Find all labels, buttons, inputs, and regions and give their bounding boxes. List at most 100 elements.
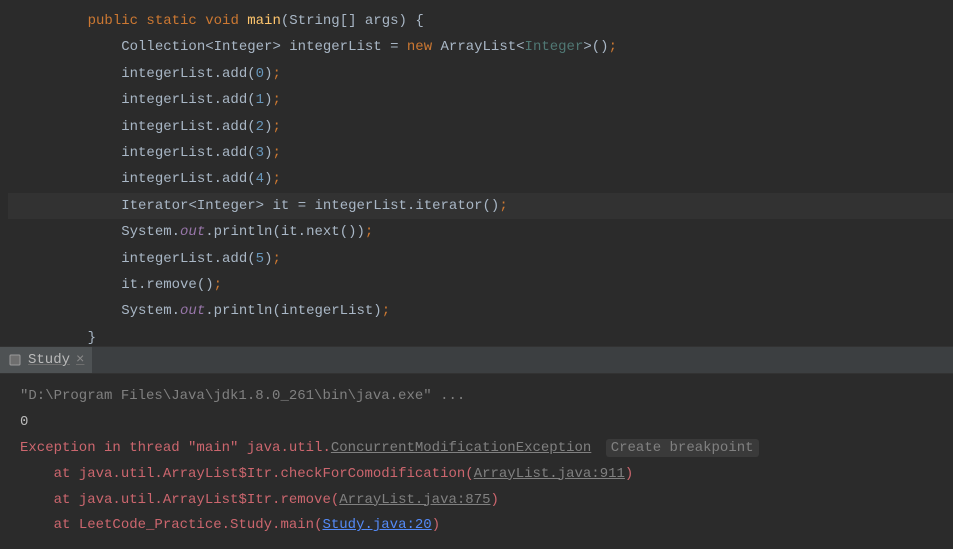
code-token: void	[205, 13, 247, 29]
code-token: <	[516, 39, 524, 55]
code-line[interactable]: integerList.add(2);	[8, 114, 953, 140]
code-token: ArrayList	[441, 39, 517, 55]
code-token: (	[281, 13, 289, 29]
code-token: integerList.add	[121, 171, 247, 187]
code-line[interactable]: integerList.add(5);	[8, 246, 953, 272]
code-token: ;	[272, 251, 280, 267]
code-token: .println	[205, 224, 272, 240]
code-line[interactable]: integerList.add(0);	[8, 61, 953, 87]
code-line[interactable]: public static void main(String[] args) {	[8, 8, 953, 34]
console-line: at java.util.ArrayList$Itr.remove(ArrayL…	[20, 488, 933, 514]
code-line[interactable]: Collection<Integer> integerList = new Ar…	[8, 34, 953, 60]
run-console[interactable]: "D:\Program Files\Java\jdk1.8.0_261\bin\…	[0, 374, 953, 549]
create-breakpoint-button[interactable]: Create breakpoint	[606, 439, 759, 457]
code-token: .println	[205, 303, 272, 319]
code-token: System.	[121, 303, 180, 319]
code-token: static	[146, 13, 205, 29]
code-token: ()	[483, 198, 500, 214]
code-token: 3	[256, 145, 264, 161]
run-tab-study[interactable]: Study ×	[0, 347, 92, 373]
code-token: >	[272, 39, 289, 55]
code-line[interactable]: }	[8, 325, 953, 346]
code-token: >	[256, 198, 273, 214]
code-token: )	[373, 303, 381, 319]
close-icon[interactable]: ×	[76, 349, 84, 371]
code-token: it.next	[281, 224, 340, 240]
code-token: it	[272, 198, 297, 214]
code-token: (	[247, 251, 255, 267]
code-token: }	[88, 330, 96, 346]
code-token: <	[205, 39, 213, 55]
code-line[interactable]: Iterator<Integer> it = integerList.itera…	[8, 193, 953, 219]
code-token: )	[399, 13, 416, 29]
code-line[interactable]: System.out.println(it.next());	[8, 219, 953, 245]
code-token: 0	[256, 66, 264, 82]
code-token: Integer	[525, 39, 584, 55]
command-line: "D:\Program Files\Java\jdk1.8.0_261\bin\…	[20, 388, 465, 404]
code-token: (	[272, 224, 280, 240]
code-token: ;	[272, 171, 280, 187]
code-token: 4	[256, 171, 264, 187]
code-token: String	[289, 13, 339, 29]
code-token: ()	[197, 277, 214, 293]
code-token: 5	[256, 251, 264, 267]
code-token: (	[247, 119, 255, 135]
code-token: Integer	[197, 198, 256, 214]
console-line: 0	[20, 410, 933, 436]
code-token: 2	[256, 119, 264, 135]
code-token: System.	[121, 224, 180, 240]
code-token: <	[188, 198, 196, 214]
code-token: out	[180, 303, 205, 319]
code-token: (	[247, 171, 255, 187]
code-token: integerList.add	[121, 145, 247, 161]
code-token: ;	[609, 39, 617, 55]
code-line[interactable]: integerList.add(4);	[8, 166, 953, 192]
code-token: integerList.add	[121, 119, 247, 135]
code-token: it.remove	[121, 277, 197, 293]
stack-location: java.util.ArrayList$Itr.checkForComodifi…	[79, 466, 465, 482]
code-token: Collection	[121, 39, 205, 55]
code-token: out	[180, 224, 205, 240]
code-token: Integer	[214, 39, 273, 55]
code-token: integerList.add	[121, 92, 247, 108]
code-token: ;	[499, 198, 507, 214]
code-token: integerList	[289, 39, 390, 55]
code-token: integerList.iterator	[315, 198, 483, 214]
code-token: {	[415, 13, 423, 29]
code-token: integerList	[281, 303, 373, 319]
run-tab-label: Study	[28, 349, 70, 371]
code-token: ;	[214, 277, 222, 293]
exception-prefix: Exception in thread "main"	[20, 440, 247, 456]
stack-location: LeetCode_Practice.Study.main	[79, 517, 314, 533]
code-token: main	[247, 13, 281, 29]
source-link[interactable]: Study.java:20	[322, 517, 431, 533]
run-tab-bar: Study ×	[0, 346, 953, 374]
code-token: Iterator	[121, 198, 188, 214]
console-line: at java.util.ArrayList$Itr.checkForComod…	[20, 462, 933, 488]
code-token: []	[340, 13, 365, 29]
source-link[interactable]: ArrayList.java:875	[339, 492, 490, 508]
code-token: public	[88, 13, 147, 29]
code-token: =	[298, 198, 315, 214]
code-token: ;	[272, 92, 280, 108]
code-token: (	[247, 145, 255, 161]
stdout-output: 0	[20, 414, 28, 430]
code-token: ;	[272, 66, 280, 82]
code-token: (	[247, 66, 255, 82]
code-token: new	[407, 39, 441, 55]
run-config-icon	[8, 353, 22, 367]
code-line[interactable]: System.out.println(integerList);	[8, 298, 953, 324]
code-token: args	[365, 13, 399, 29]
code-token: (	[247, 92, 255, 108]
code-line[interactable]: integerList.add(1);	[8, 87, 953, 113]
exception-class-link[interactable]: ConcurrentModificationException	[331, 440, 591, 456]
code-token: >()	[583, 39, 608, 55]
console-line: "D:\Program Files\Java\jdk1.8.0_261\bin\…	[20, 384, 933, 410]
console-line: at LeetCode_Practice.Study.main(Study.ja…	[20, 513, 933, 539]
console-line: Exception in thread "main" java.util.Con…	[20, 436, 933, 462]
code-editor[interactable]: public static void main(String[] args) {…	[0, 0, 953, 346]
source-link[interactable]: ArrayList.java:911	[474, 466, 625, 482]
code-line[interactable]: it.remove();	[8, 272, 953, 298]
code-token: ;	[272, 119, 280, 135]
code-line[interactable]: integerList.add(3);	[8, 140, 953, 166]
